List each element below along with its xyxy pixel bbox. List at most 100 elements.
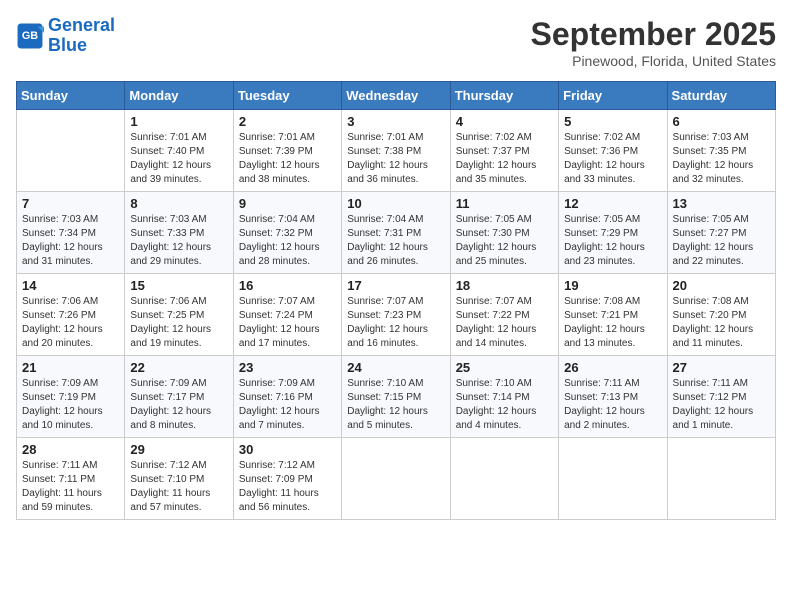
week-row-5: 28Sunrise: 7:11 AM Sunset: 7:11 PM Dayli… (17, 438, 776, 520)
calendar-cell: 15 Sunrise: 7:06 AM Sunset: 7:25 PM Dayli… (125, 274, 233, 356)
calendar-cell: 12 Sunrise: 7:05 AM Sunset: 7:29 PM Dayli… (559, 192, 667, 274)
day-number: 7 (22, 196, 119, 211)
day-info: Sunrise: 7:02 AM Sunset: 7:37 PM Dayligh… (456, 131, 553, 187)
day-number: 5 (564, 114, 661, 129)
calendar-cell: 1 Sunrise: 7:01 AM Sunset: 7:40 PM Daylig… (125, 110, 233, 192)
day-info: Sunrise: 7:07 AM Sunset: 7:23 PM Dayligh… (347, 295, 444, 351)
day-number: 22 (130, 360, 227, 375)
logo-line2: Blue (48, 35, 87, 55)
day-number: 13 (673, 196, 770, 211)
day-info: Sunrise: 7:01 AM Sunset: 7:38 PM Dayligh… (347, 131, 444, 187)
weekday-header-wednesday: Wednesday (342, 82, 450, 110)
day-number: 2 (239, 114, 336, 129)
calendar-cell (559, 438, 667, 520)
calendar-cell: 13 Sunrise: 7:05 AM Sunset: 7:27 PM Dayli… (667, 192, 775, 274)
calendar-cell: 28Sunrise: 7:11 AM Sunset: 7:11 PM Dayli… (17, 438, 125, 520)
week-row-1: 1 Sunrise: 7:01 AM Sunset: 7:40 PM Daylig… (17, 110, 776, 192)
day-number: 28 (22, 442, 119, 457)
calendar-cell: 11 Sunrise: 7:05 AM Sunset: 7:30 PM Dayli… (450, 192, 558, 274)
day-info: Sunrise: 7:10 AM Sunset: 7:15 PM Dayligh… (347, 377, 444, 433)
calendar-cell (450, 438, 558, 520)
calendar-cell (342, 438, 450, 520)
calendar-cell: 30 Sunrise: 7:12 AM Sunset: 7:09 PM Dayli… (233, 438, 341, 520)
calendar-cell: 24 Sunrise: 7:10 AM Sunset: 7:15 PM Dayli… (342, 356, 450, 438)
day-number: 1 (130, 114, 227, 129)
day-number: 9 (239, 196, 336, 211)
day-info: Sunrise: 7:07 AM Sunset: 7:22 PM Dayligh… (456, 295, 553, 351)
calendar-cell: 8 Sunrise: 7:03 AM Sunset: 7:33 PM Daylig… (125, 192, 233, 274)
calendar-cell: 23 Sunrise: 7:09 AM Sunset: 7:16 PM Dayli… (233, 356, 341, 438)
day-number: 4 (456, 114, 553, 129)
day-number: 27 (673, 360, 770, 375)
day-info: Sunrise: 7:11 AM Sunset: 7:12 PM Dayligh… (673, 377, 770, 433)
calendar-cell: 19Sunrise: 7:08 AM Sunset: 7:21 PM Dayli… (559, 274, 667, 356)
calendar-cell: 7 Sunrise: 7:03 AM Sunset: 7:34 PM Daylig… (17, 192, 125, 274)
day-number: 23 (239, 360, 336, 375)
day-info: Sunrise: 7:08 AM Sunset: 7:21 PM Dayligh… (564, 295, 661, 351)
day-info: Sunrise: 7:09 AM Sunset: 7:16 PM Dayligh… (239, 377, 336, 433)
day-number: 10 (347, 196, 444, 211)
day-number: 6 (673, 114, 770, 129)
day-number: 30 (239, 442, 336, 457)
day-number: 17 (347, 278, 444, 293)
day-info: Sunrise: 7:06 AM Sunset: 7:26 PM Dayligh… (22, 295, 119, 351)
day-info: Sunrise: 7:01 AM Sunset: 7:40 PM Dayligh… (130, 131, 227, 187)
calendar-cell: 17 Sunrise: 7:07 AM Sunset: 7:23 PM Dayli… (342, 274, 450, 356)
logo: GB General Blue (16, 16, 115, 56)
calendar-cell: 2 Sunrise: 7:01 AM Sunset: 7:39 PM Daylig… (233, 110, 341, 192)
calendar-cell: 18 Sunrise: 7:07 AM Sunset: 7:22 PM Dayli… (450, 274, 558, 356)
calendar-cell: 29 Sunrise: 7:12 AM Sunset: 7:10 PM Dayli… (125, 438, 233, 520)
day-number: 26 (564, 360, 661, 375)
day-info: Sunrise: 7:01 AM Sunset: 7:39 PM Dayligh… (239, 131, 336, 187)
day-number: 3 (347, 114, 444, 129)
day-number: 16 (239, 278, 336, 293)
location: Pinewood, Florida, United States (531, 53, 776, 69)
calendar-cell: 10 Sunrise: 7:04 AM Sunset: 7:31 PM Dayli… (342, 192, 450, 274)
weekday-header-sunday: Sunday (17, 82, 125, 110)
day-info: Sunrise: 7:09 AM Sunset: 7:19 PM Dayligh… (22, 377, 119, 433)
calendar-cell: 25 Sunrise: 7:10 AM Sunset: 7:14 PM Dayli… (450, 356, 558, 438)
day-info: Sunrise: 7:12 AM Sunset: 7:09 PM Dayligh… (239, 459, 336, 515)
month-title: September 2025 (531, 16, 776, 53)
day-info: Sunrise: 7:03 AM Sunset: 7:34 PM Dayligh… (22, 213, 119, 269)
day-number: 12 (564, 196, 661, 211)
day-info: Sunrise: 7:03 AM Sunset: 7:35 PM Dayligh… (673, 131, 770, 187)
calendar-cell: 22 Sunrise: 7:09 AM Sunset: 7:17 PM Dayli… (125, 356, 233, 438)
day-info: Sunrise: 7:05 AM Sunset: 7:27 PM Dayligh… (673, 213, 770, 269)
day-number: 14 (22, 278, 119, 293)
day-number: 18 (456, 278, 553, 293)
logo-icon: GB (16, 22, 44, 50)
calendar-cell: 9Sunrise: 7:04 AM Sunset: 7:32 PM Daylig… (233, 192, 341, 274)
calendar-cell: 6 Sunrise: 7:03 AM Sunset: 7:35 PM Daylig… (667, 110, 775, 192)
day-info: Sunrise: 7:03 AM Sunset: 7:33 PM Dayligh… (130, 213, 227, 269)
day-number: 8 (130, 196, 227, 211)
day-info: Sunrise: 7:08 AM Sunset: 7:20 PM Dayligh… (673, 295, 770, 351)
weekday-header-monday: Monday (125, 82, 233, 110)
day-info: Sunrise: 7:05 AM Sunset: 7:29 PM Dayligh… (564, 213, 661, 269)
calendar-cell (17, 110, 125, 192)
calendar-cell: 3 Sunrise: 7:01 AM Sunset: 7:38 PM Daylig… (342, 110, 450, 192)
day-number: 11 (456, 196, 553, 211)
day-number: 25 (456, 360, 553, 375)
day-number: 20 (673, 278, 770, 293)
day-info: Sunrise: 7:10 AM Sunset: 7:14 PM Dayligh… (456, 377, 553, 433)
page-header: GB General Blue September 2025 Pinewood,… (16, 16, 776, 69)
day-number: 29 (130, 442, 227, 457)
day-info: Sunrise: 7:06 AM Sunset: 7:25 PM Dayligh… (130, 295, 227, 351)
weekday-header-friday: Friday (559, 82, 667, 110)
day-info: Sunrise: 7:07 AM Sunset: 7:24 PM Dayligh… (239, 295, 336, 351)
weekday-header-tuesday: Tuesday (233, 82, 341, 110)
day-info: Sunrise: 7:09 AM Sunset: 7:17 PM Dayligh… (130, 377, 227, 433)
weekday-header-thursday: Thursday (450, 82, 558, 110)
calendar-cell: 20 Sunrise: 7:08 AM Sunset: 7:20 PM Dayli… (667, 274, 775, 356)
week-row-3: 14 Sunrise: 7:06 AM Sunset: 7:26 PM Dayli… (17, 274, 776, 356)
weekday-header-saturday: Saturday (667, 82, 775, 110)
title-block: September 2025 Pinewood, Florida, United… (531, 16, 776, 69)
calendar-cell: 4 Sunrise: 7:02 AM Sunset: 7:37 PM Daylig… (450, 110, 558, 192)
logo-text: General Blue (48, 16, 115, 56)
day-number: 15 (130, 278, 227, 293)
day-number: 24 (347, 360, 444, 375)
day-info: Sunrise: 7:12 AM Sunset: 7:10 PM Dayligh… (130, 459, 227, 515)
day-info: Sunrise: 7:04 AM Sunset: 7:31 PM Dayligh… (347, 213, 444, 269)
day-info: Sunrise: 7:05 AM Sunset: 7:30 PM Dayligh… (456, 213, 553, 269)
